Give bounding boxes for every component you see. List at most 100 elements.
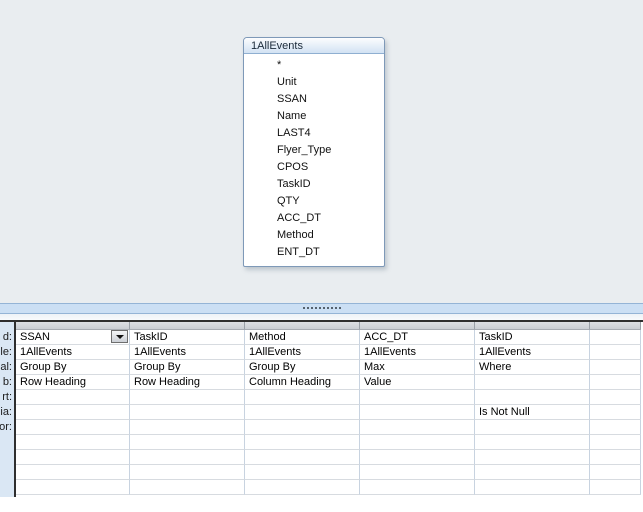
table-cell[interactable]: 1AllEvents [245,345,360,360]
total-cell[interactable]: Group By [16,360,130,375]
table-cell[interactable]: 1AllEvents [16,345,130,360]
total-cell[interactable]: Group By [245,360,360,375]
sort-cell[interactable] [130,390,245,405]
empty-cell[interactable] [590,450,641,465]
empty-cell[interactable] [245,480,360,495]
grip-dots-icon [302,307,341,310]
criteria-cell[interactable] [245,405,360,420]
field-item-ssan[interactable]: SSAN [244,91,384,108]
field-cell[interactable]: SSAN [16,330,130,345]
total-cell[interactable]: Max [360,360,475,375]
row-label-table: le: [0,346,12,358]
table-cell[interactable]: 1AllEvents [360,345,475,360]
empty-cell[interactable] [475,450,590,465]
sort-cell[interactable] [16,390,130,405]
empty-cell[interactable] [475,465,590,480]
chevron-down-icon [116,335,124,339]
query-design-view: 1AllEvents * Unit SSAN Name LAST4 Flyer_… [0,0,643,512]
or-cell[interactable] [16,420,130,435]
field-item-acc-dt[interactable]: ACC_DT [244,210,384,227]
column-selector[interactable] [16,322,130,330]
field-item-flyer-type[interactable]: Flyer_Type [244,142,384,159]
field-item-asterisk[interactable]: * [244,57,384,74]
grid-columns: SSAN 1AllEvents Group By Row Heading Tas… [16,322,641,497]
crosstab-cell[interactable] [590,375,641,390]
field-cell[interactable]: Method [245,330,360,345]
row-label-total: al: [0,361,12,373]
grid-column-empty [590,322,641,495]
sort-cell[interactable] [475,390,590,405]
field-cell[interactable]: ACC_DT [360,330,475,345]
field-cell[interactable]: TaskID [475,330,590,345]
empty-cell[interactable] [590,465,641,480]
column-selector[interactable] [475,322,590,330]
row-label-or: or: [0,421,12,433]
or-cell[interactable] [245,420,360,435]
empty-cell[interactable] [16,465,130,480]
field-dropdown-button[interactable] [111,330,128,343]
crosstab-cell[interactable]: Row Heading [130,375,245,390]
empty-cell[interactable] [360,450,475,465]
field-item-name[interactable]: Name [244,108,384,125]
grid-column-taskid: TaskID 1AllEvents Group By Row Heading [130,322,245,495]
criteria-cell[interactable] [590,405,641,420]
column-selector[interactable] [130,322,245,330]
empty-cell[interactable] [475,480,590,495]
crosstab-cell[interactable]: Row Heading [16,375,130,390]
crosstab-cell[interactable]: Value [360,375,475,390]
field-cell[interactable] [590,330,641,345]
empty-cell[interactable] [360,435,475,450]
total-cell[interactable]: Where [475,360,590,375]
or-cell[interactable] [590,420,641,435]
row-label-field: d: [2,331,12,343]
empty-cell[interactable] [360,465,475,480]
or-cell[interactable] [360,420,475,435]
table-cell[interactable]: 1AllEvents [475,345,590,360]
field-list-window: 1AllEvents * Unit SSAN Name LAST4 Flyer_… [243,37,385,267]
crosstab-cell[interactable] [475,375,590,390]
field-item-method[interactable]: Method [244,227,384,244]
field-item-last4[interactable]: LAST4 [244,125,384,142]
total-cell[interactable]: Group By [130,360,245,375]
criteria-cell[interactable] [130,405,245,420]
or-cell[interactable] [130,420,245,435]
empty-cell[interactable] [130,450,245,465]
or-cell[interactable] [475,420,590,435]
crosstab-cell[interactable]: Column Heading [245,375,360,390]
field-list-titlebar[interactable]: 1AllEvents [244,38,384,54]
empty-cell[interactable] [16,435,130,450]
empty-cell[interactable] [16,480,130,495]
sort-cell[interactable] [590,390,641,405]
field-item-cpos[interactable]: CPOS [244,159,384,176]
table-cell[interactable]: 1AllEvents [130,345,245,360]
field-item-taskid[interactable]: TaskID [244,176,384,193]
sort-cell[interactable] [245,390,360,405]
field-item-qty[interactable]: QTY [244,193,384,210]
empty-cell[interactable] [245,450,360,465]
grid-row-label-column: d: le: al: b: rt: ia: or: [0,322,16,497]
empty-cell[interactable] [245,465,360,480]
empty-cell[interactable] [245,435,360,450]
query-table-pane: 1AllEvents * Unit SSAN Name LAST4 Flyer_… [0,0,643,303]
column-selector[interactable] [245,322,360,330]
empty-cell[interactable] [130,465,245,480]
empty-cell[interactable] [475,435,590,450]
criteria-cell[interactable]: Is Not Null [475,405,590,420]
criteria-cell[interactable] [360,405,475,420]
table-cell[interactable] [590,345,641,360]
empty-cell[interactable] [16,450,130,465]
empty-cell[interactable] [130,480,245,495]
field-item-ent-dt[interactable]: ENT_DT [244,244,384,261]
column-selector[interactable] [590,322,641,330]
sort-cell[interactable] [360,390,475,405]
criteria-cell[interactable] [16,405,130,420]
empty-cell[interactable] [590,435,641,450]
pane-splitter[interactable] [0,303,643,314]
field-item-unit[interactable]: Unit [244,74,384,91]
empty-cell[interactable] [360,480,475,495]
empty-cell[interactable] [590,480,641,495]
field-cell[interactable]: TaskID [130,330,245,345]
column-selector[interactable] [360,322,475,330]
empty-cell[interactable] [130,435,245,450]
total-cell[interactable] [590,360,641,375]
